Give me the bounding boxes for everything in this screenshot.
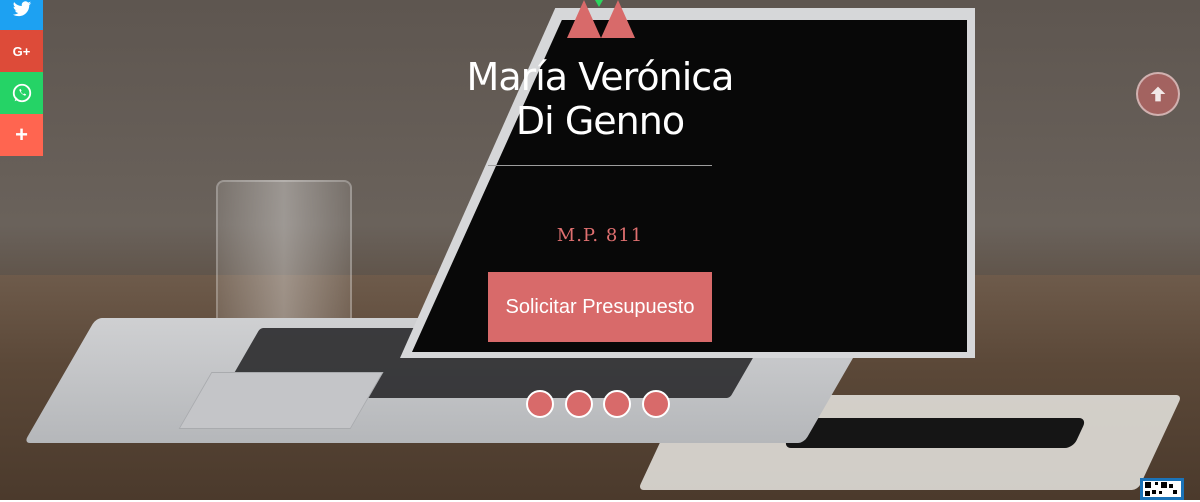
logo-triangle-right: [601, 0, 635, 38]
page-title: María Verónica Di Genno: [450, 55, 750, 143]
share-whatsapp-button[interactable]: [0, 72, 43, 114]
laptop-trackpad: [178, 372, 384, 429]
title-divider: [488, 165, 712, 166]
plus-icon: +: [15, 122, 28, 147]
googleplus-icon: G+: [12, 43, 31, 59]
arrow-up-icon: [1150, 86, 1166, 102]
name-line-2: Di Genno: [515, 99, 685, 143]
slider-dot-1[interactable]: [526, 390, 554, 418]
name-line-1: María Verónica: [466, 55, 735, 99]
water-glass: [216, 180, 352, 334]
request-quote-button[interactable]: Solicitar Presupuesto: [488, 272, 712, 342]
scroll-to-top-button[interactable]: [1136, 72, 1180, 116]
qr-code-widget[interactable]: [1140, 478, 1184, 500]
slider-dot-2[interactable]: [565, 390, 593, 418]
slider-dot-3[interactable]: [603, 390, 631, 418]
logo-accent-icon: [595, 0, 603, 7]
share-googleplus-button[interactable]: G+: [0, 30, 43, 72]
whatsapp-icon: [12, 83, 31, 103]
share-more-button[interactable]: +: [0, 114, 43, 156]
slider-dot-4[interactable]: [642, 390, 670, 418]
twitter-icon: [12, 1, 31, 17]
share-twitter-button[interactable]: [0, 0, 43, 30]
qr-code-icon: [1145, 482, 1177, 496]
smartphone: [783, 418, 1087, 448]
license-number: M.P. 811: [556, 225, 644, 246]
